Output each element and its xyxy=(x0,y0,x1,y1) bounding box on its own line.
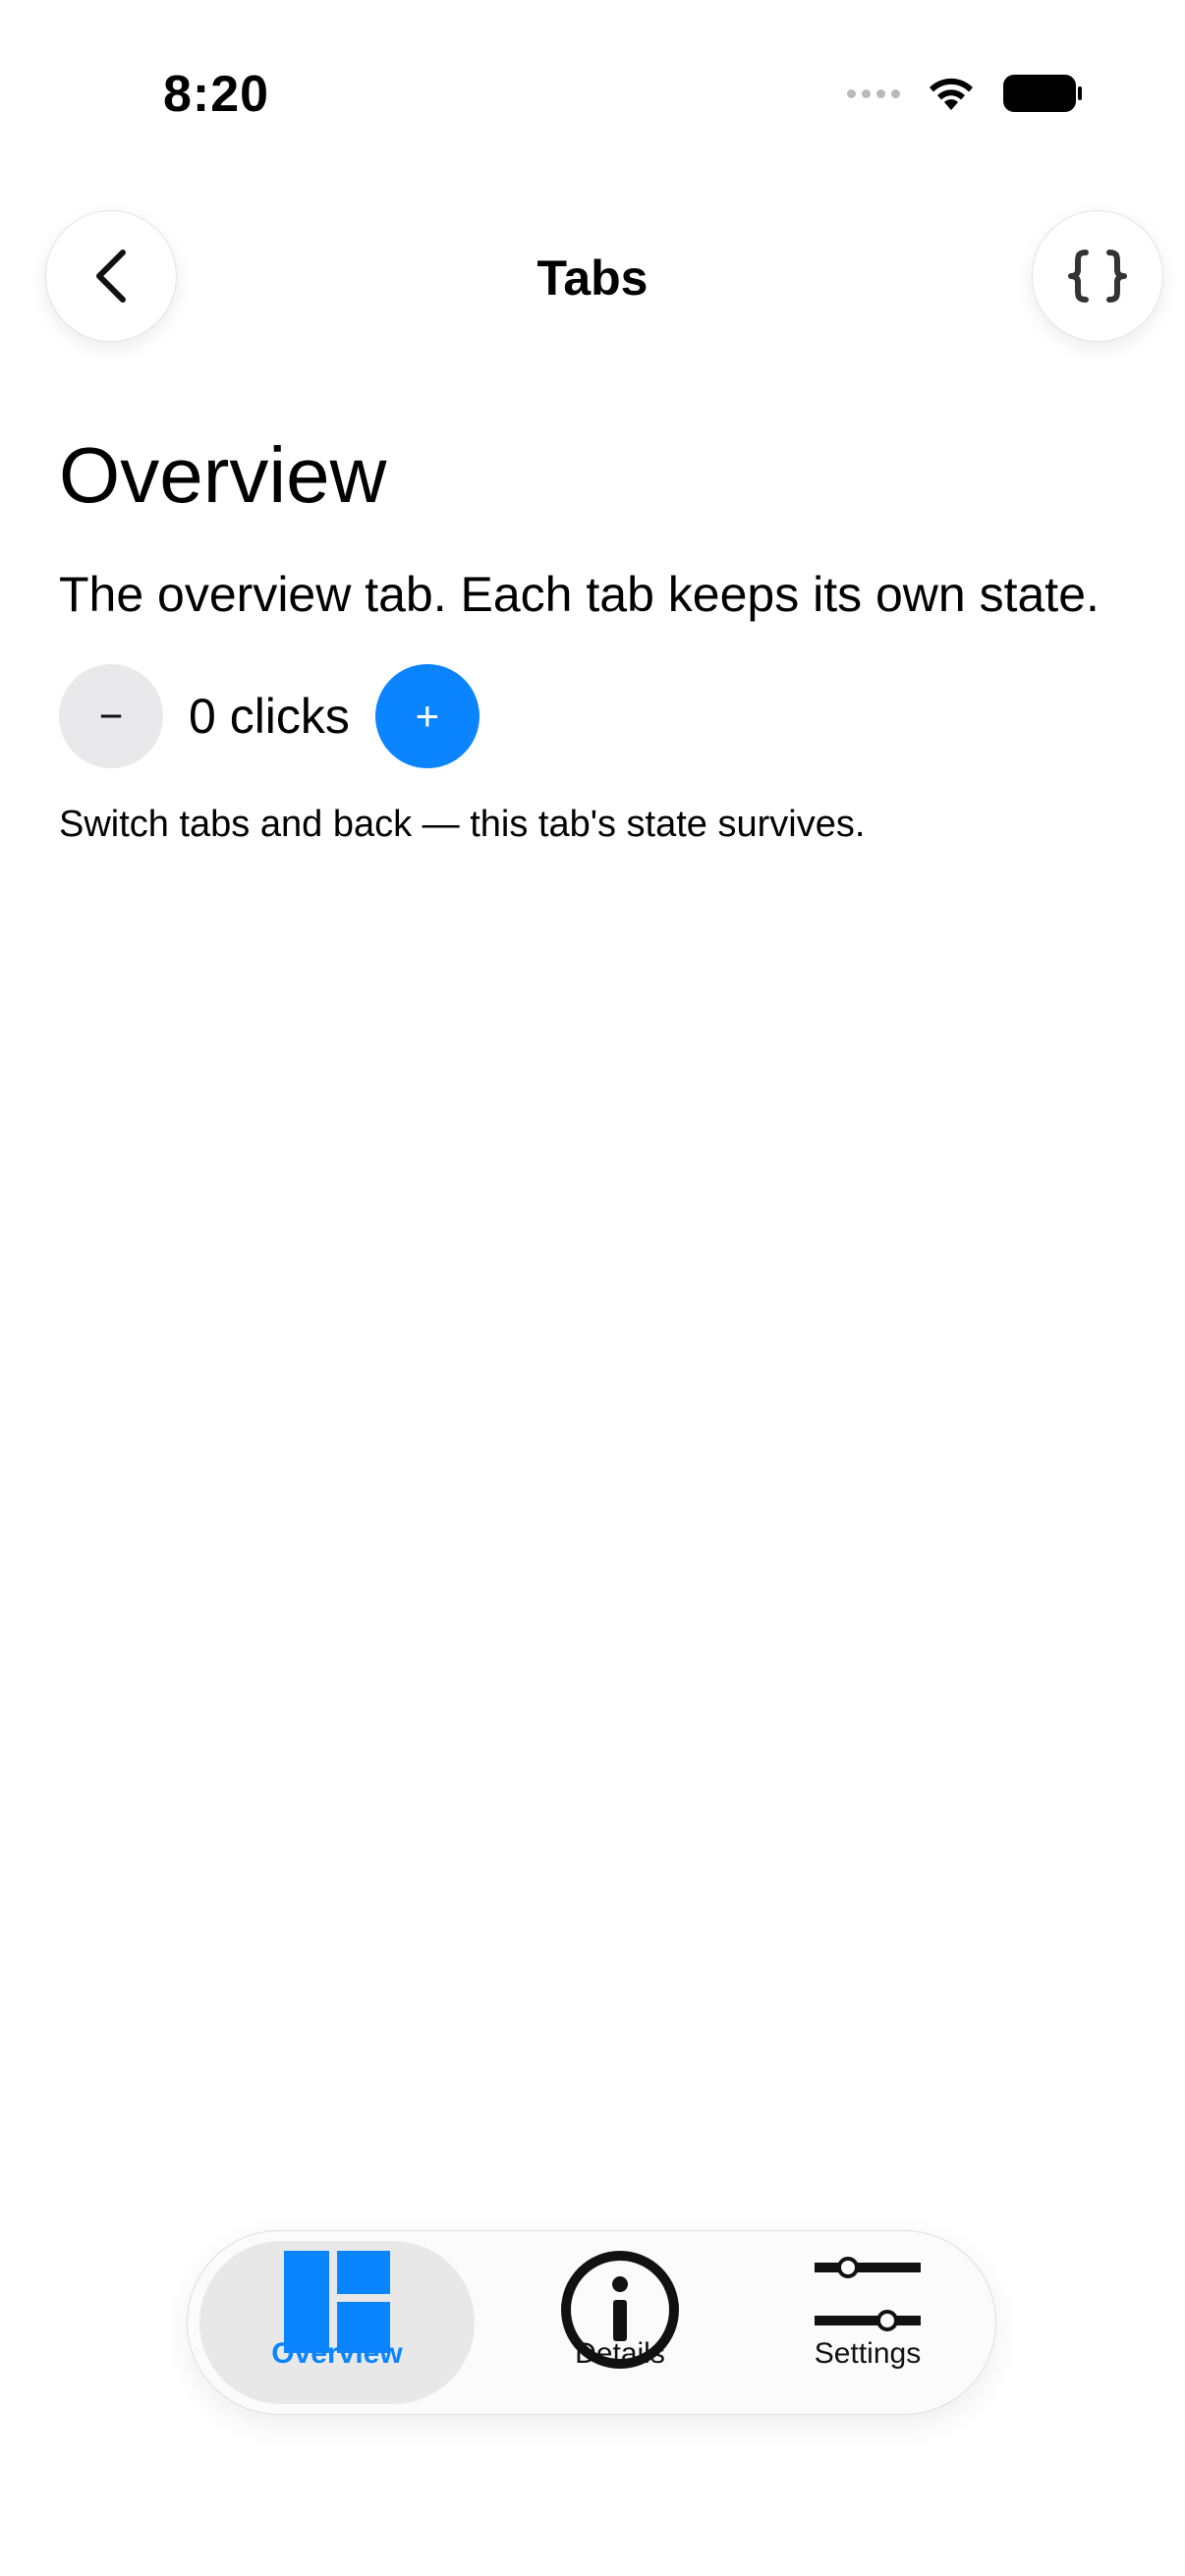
battery-icon xyxy=(1003,75,1082,112)
increment-label: + xyxy=(415,693,440,739)
tab-details[interactable]: Details xyxy=(512,2241,728,2404)
tab-bar: Overview Details Settings xyxy=(187,2230,996,2415)
cellular-signal-icon xyxy=(847,88,900,98)
counter-row: − 0 clicks + xyxy=(59,664,480,768)
screen: 8:20 Tabs Overview The overview tab. Eac… xyxy=(0,0,1185,2576)
code-button[interactable] xyxy=(1032,210,1163,342)
page-description: The overview tab. Each tab keeps its own… xyxy=(59,567,1100,622)
click-count: 0 clicks xyxy=(189,689,350,744)
tab-overview[interactable]: Overview xyxy=(199,2241,475,2404)
tab-settings[interactable]: Settings xyxy=(760,2241,976,2404)
nav-title: Tabs xyxy=(536,251,649,306)
wifi-icon xyxy=(930,78,973,110)
increment-button[interactable]: + xyxy=(374,664,480,768)
status-time: 8:20 xyxy=(163,66,270,123)
hint-text: Switch tabs and back — this tab's state … xyxy=(59,804,866,845)
decrement-button[interactable]: − xyxy=(59,664,163,768)
tab-label-settings: Settings xyxy=(814,2337,922,2370)
tab-label-overview: Overview xyxy=(271,2337,403,2370)
curly-braces-icon xyxy=(1068,250,1127,303)
status-icons xyxy=(847,73,1083,114)
page-heading: Overview xyxy=(59,431,387,519)
tab-label-details: Details xyxy=(575,2337,665,2370)
decrement-label: − xyxy=(98,693,124,739)
sliders-icon xyxy=(815,2257,921,2331)
